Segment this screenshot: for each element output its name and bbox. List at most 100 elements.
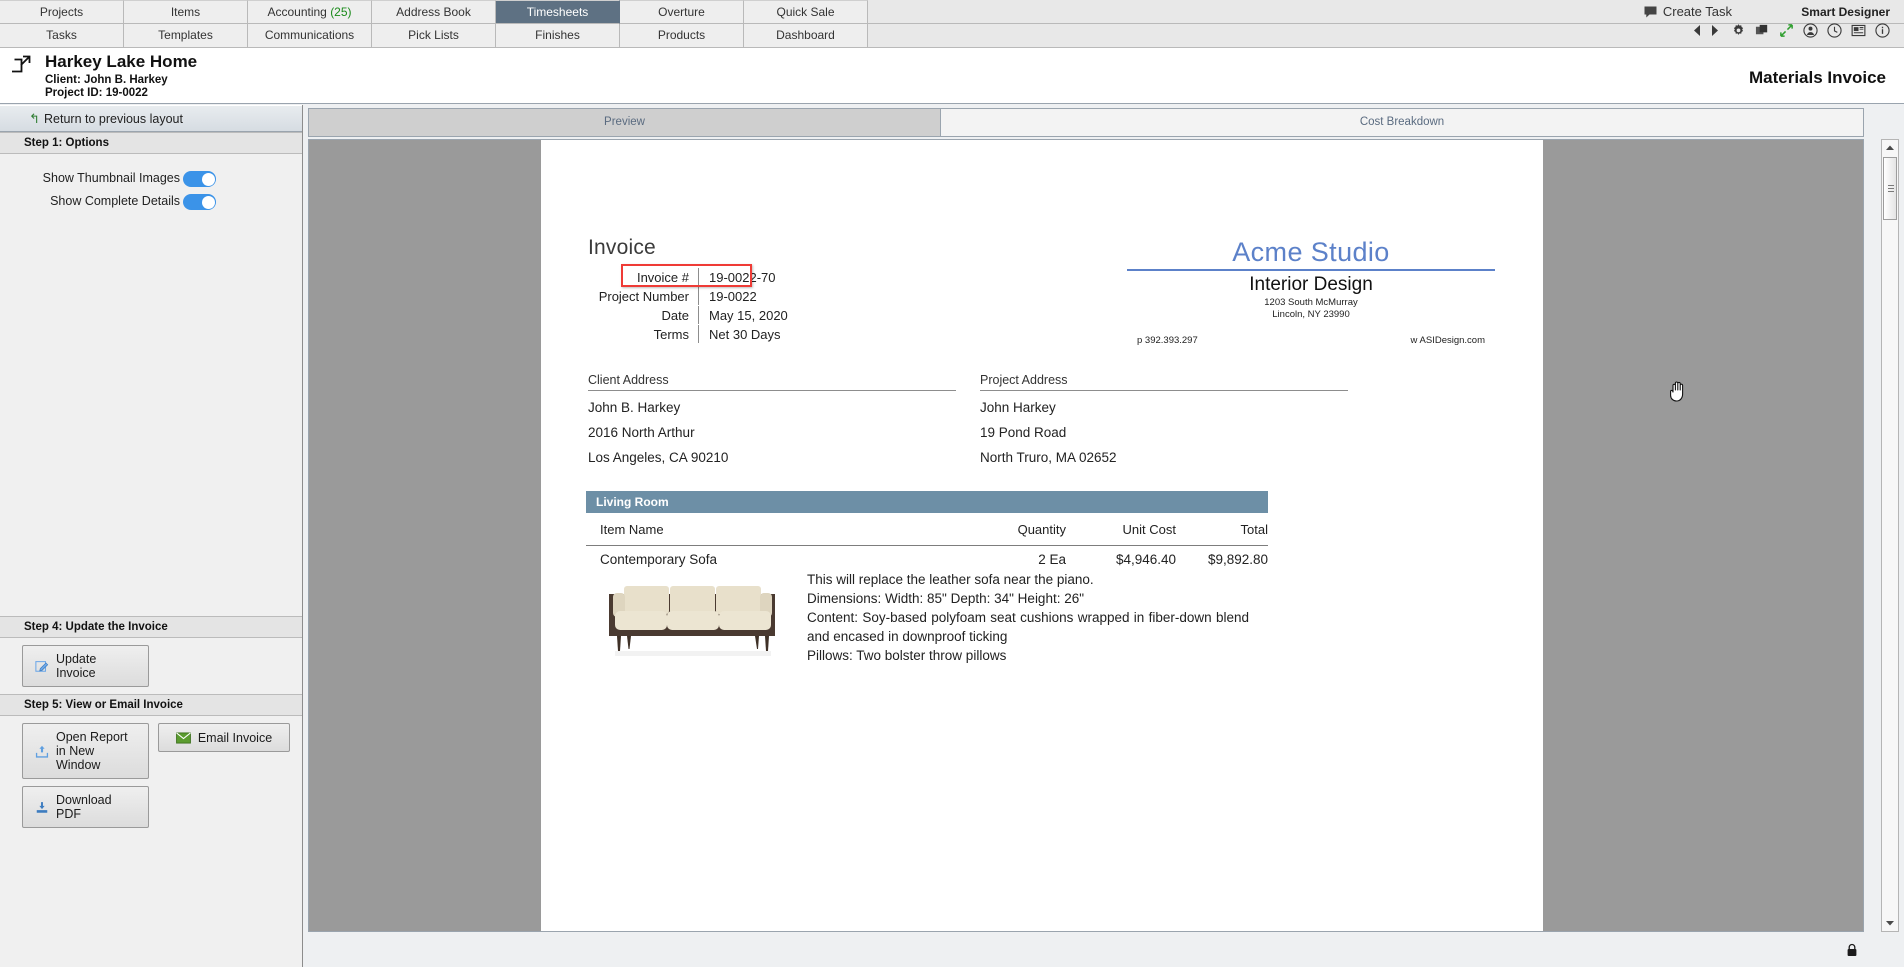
nav-tab-overture[interactable]: Overture (620, 0, 744, 24)
nav-tab-communications-label: Communications (264, 28, 355, 42)
toolbar-icon-strip (1690, 23, 1890, 38)
company-contact-row: p 392.393.297 w ASIDesign.com (1127, 335, 1495, 346)
report-icon[interactable] (1851, 23, 1866, 38)
update-invoice-button[interactable]: Update Invoice (22, 645, 149, 687)
nav-tab-overture-label: Overture (658, 5, 705, 19)
date-value: May 15, 2020 (709, 307, 788, 323)
column-header-quantity: Quantity (1017, 522, 1066, 537)
nav-tab-dashboard-label: Dashboard (776, 28, 835, 42)
company-logo-block: Acme Studio Interior Design 1203 South M… (1127, 236, 1495, 346)
page-title: Harkey Lake Home (45, 52, 198, 71)
status-bar (308, 943, 1864, 961)
step-5-header: Step 5: View or Email Invoice (0, 694, 302, 716)
vertical-scrollbar-thumb[interactable] (1883, 157, 1897, 220)
options-sidebar: ↰ Return to previous layout Step 1: Opti… (0, 105, 303, 967)
nav-tab-accounting[interactable]: Accounting (25) (248, 0, 372, 24)
nav-tab-quick-sale[interactable]: Quick Sale (744, 0, 868, 24)
copy-windows-icon[interactable] (1755, 23, 1770, 38)
description-line: Dimensions: Width: 85" Depth: 34" Height… (807, 591, 1085, 606)
terms-value: Net 30 Days (709, 326, 781, 342)
project-address-line: 19 Pond Road (980, 425, 1067, 440)
create-task-label: Create Task (1662, 4, 1732, 19)
create-task-button[interactable]: Create Task (1644, 4, 1732, 21)
download-pdf-label: Download PDF (56, 793, 112, 821)
back-arrow-icon: ↰ (29, 111, 40, 126)
nav-arrows-group (1690, 23, 1722, 38)
open-report-in-new-window-label: Open Report in New Window (56, 730, 128, 772)
project-address-block: Project Address John Harkey 19 Pond Road… (980, 373, 1348, 466)
nav-tab-address-book[interactable]: Address Book (372, 0, 496, 24)
gear-icon[interactable] (1731, 23, 1746, 38)
return-to-previous-layout-label: Return to previous layout (44, 112, 183, 126)
nav-back-icon[interactable] (1690, 23, 1705, 38)
vertical-scrollbar[interactable] (1881, 139, 1899, 932)
envelope-icon (175, 731, 191, 744)
email-invoice-label: Email Invoice (197, 730, 273, 745)
nav-tab-projects-label: Projects (39, 5, 84, 19)
company-phone: p 392.393.297 (1137, 335, 1198, 346)
nav-tab-pick-lists[interactable]: Pick Lists (372, 24, 496, 48)
nav-tab-dashboard[interactable]: Dashboard (744, 24, 868, 48)
open-report-in-new-window-button[interactable]: Open Report in New Window (22, 723, 149, 779)
expand-arrows-icon[interactable] (1779, 23, 1794, 38)
nav-tab-items[interactable]: Items (124, 0, 248, 24)
tab-preview-label: Preview (604, 116, 645, 128)
nav-tab-timesheets[interactable]: Timesheets (496, 0, 620, 24)
scroll-up-button[interactable] (1882, 140, 1898, 156)
company-address-line-1: 1203 South McMurray (1264, 297, 1358, 308)
tab-preview[interactable]: Preview (309, 109, 941, 136)
nav-tab-products-label: Products (657, 28, 706, 42)
date-label: Date (661, 307, 689, 323)
column-header-unit-cost: Unit Cost (1122, 522, 1176, 537)
company-address-line-2: Lincoln, NY 23990 (1272, 309, 1350, 320)
option-show-thumbnail-images-label: Show Thumbnail Images (42, 171, 180, 185)
lock-icon[interactable] (1846, 943, 1858, 957)
client-address-line: Los Angeles, CA 90210 (588, 450, 729, 465)
view-email-row: Open Report in New Window Email Invoice (0, 716, 302, 786)
document-viewport[interactable]: Invoice Invoice # 19-0022-70 Project Num… (308, 139, 1864, 932)
description-line: Pillows: Two bolster throw pillows (807, 648, 1007, 663)
scroll-down-button[interactable] (1882, 915, 1898, 931)
logo-divider-rule (1127, 269, 1495, 271)
show-thumbnail-images-toggle[interactable] (183, 171, 216, 187)
item-description: This will replace the leather sofa near … (807, 570, 1249, 665)
user-icon[interactable] (1803, 23, 1818, 38)
invoice-meta-row: Date May 15, 2020 (588, 306, 978, 324)
smart-designer-label: Smart Designer (1801, 5, 1890, 19)
nav-tab-templates[interactable]: Templates (124, 24, 248, 48)
nav-tab-communications[interactable]: Communications (248, 24, 372, 48)
tab-cost-breakdown[interactable]: Cost Breakdown (941, 109, 1863, 136)
nav-forward-icon[interactable] (1707, 23, 1722, 38)
option-show-complete-details-label: Show Complete Details (50, 194, 180, 208)
preview-tab-strip: Preview Cost Breakdown (308, 108, 1864, 137)
nav-tab-tasks[interactable]: Tasks (0, 24, 124, 48)
item-total: $9,892.80 (1207, 552, 1268, 567)
nav-tab-products[interactable]: Products (620, 24, 744, 48)
column-header-total: Total (1240, 522, 1268, 537)
nav-tab-tasks-label: Tasks (46, 28, 77, 42)
email-invoice-button[interactable]: Email Invoice (158, 723, 290, 752)
item-unit-cost: $4,946.40 (1115, 552, 1176, 567)
project-number-value: 19-0022 (709, 288, 757, 304)
show-complete-details-toggle[interactable] (183, 194, 216, 210)
update-invoice-row: Update Invoice (0, 638, 302, 694)
nav-tab-accounting-badge: (25) (330, 5, 352, 19)
clock-icon[interactable] (1827, 23, 1842, 38)
company-website: w ASIDesign.com (1410, 335, 1485, 346)
company-subtitle: Interior Design (1249, 274, 1373, 295)
invoice-number-label: Invoice # (636, 269, 689, 285)
open-in-new-window-icon[interactable] (12, 54, 32, 74)
client-address-line: John B. Harkey (588, 400, 681, 415)
return-to-previous-layout-button[interactable]: ↰ Return to previous layout (0, 105, 302, 132)
client-address-line: 2016 North Arthur (588, 425, 695, 440)
nav-tab-timesheets-label: Timesheets (526, 5, 589, 19)
nav-tab-accounting-label: Accounting (267, 5, 327, 19)
project-number-label: Project Number (598, 288, 689, 304)
nav-tab-finishes[interactable]: Finishes (496, 24, 620, 48)
document-title: Materials Invoice (1748, 68, 1886, 87)
info-icon[interactable] (1875, 23, 1890, 38)
terms-label: Terms (653, 326, 689, 342)
download-pdf-button[interactable]: Download PDF (22, 786, 149, 828)
nav-tab-projects[interactable]: Projects (0, 0, 124, 24)
